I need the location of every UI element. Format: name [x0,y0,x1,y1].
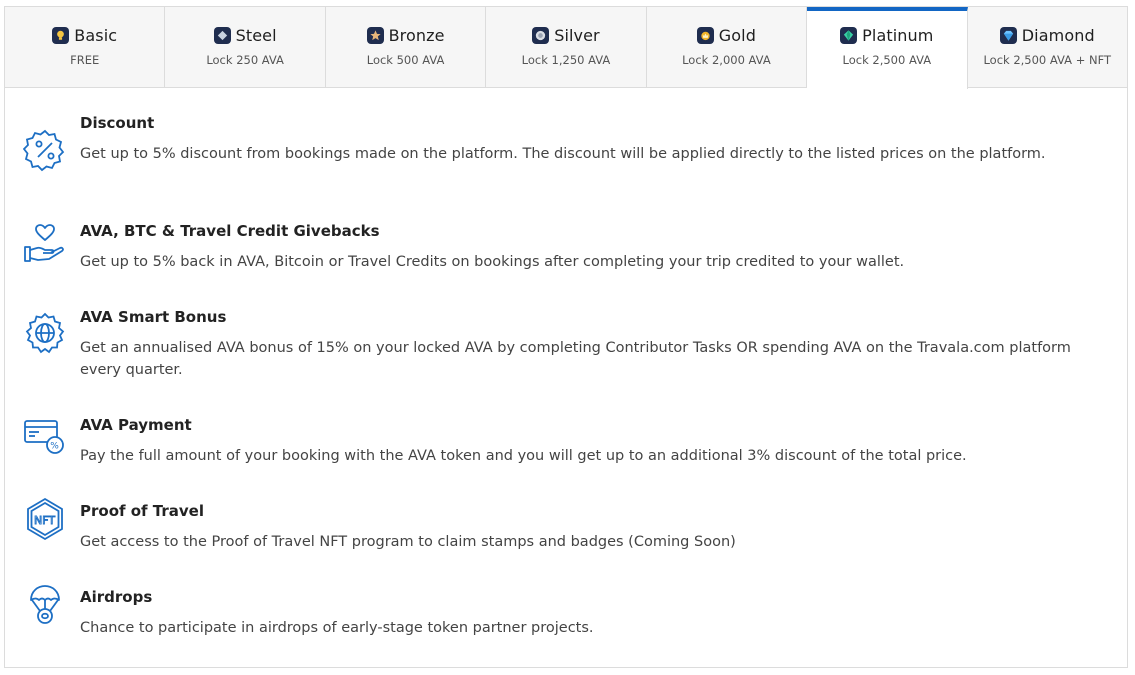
benefit-item: % AVA Payment Pay the full amount of you… [5,415,1127,501]
tab-requirement: Lock 2,500 AVA + NFT [983,53,1112,67]
benefit-title: Airdrops [80,588,153,606]
silver-medal-icon [532,27,550,44]
nft-hexagon-icon: NFT [23,497,67,541]
tab-requirement: Lock 1,250 AVA [521,53,611,67]
membership-tiers-panel: Basic FREE Steel Lock 250 AVA Bronze Loc… [4,6,1128,668]
steel-gem-icon [213,27,231,44]
tier-benefits-list: Discount Get up to 5% discount from book… [5,88,1127,651]
benefit-item: NFT Proof of Travel Get access to the Pr… [5,497,1127,587]
benefit-description: Get up to 5% back in AVA, Bitcoin or Tra… [80,254,905,270]
tab-label: Bronze [388,26,445,45]
tab-label: Gold [718,26,756,45]
tab-requirement: Lock 500 AVA [366,53,445,67]
tab-requirement: Lock 2,000 AVA [682,53,771,67]
benefit-item: AVA, BTC & Travel Credit Givebacks Get u… [5,221,1127,307]
star-icon [366,27,384,44]
benefit-title: Discount [80,114,155,132]
benefit-description: Get access to the Proof of Travel NFT pr… [80,534,736,550]
benefit-description: Chance to participate in airdrops of ear… [80,620,594,636]
tab-label: Platinum [862,26,934,45]
heart-hand-icon [23,221,67,265]
benefit-description: Get up to 5% discount from bookings made… [80,146,1046,162]
tab-requirement: Lock 2,500 AVA [842,53,932,67]
tab-bronze[interactable]: Bronze Lock 500 AVA [326,7,487,87]
tab-steel[interactable]: Steel Lock 250 AVA [165,7,326,87]
globe-gear-icon [23,312,67,356]
svg-text:%: % [50,442,59,452]
tier-tabs: Basic FREE Steel Lock 250 AVA Bronze Loc… [5,7,1127,89]
percent-badge-icon [22,128,67,172]
tab-platinum[interactable]: Platinum Lock 2,500 AVA [807,7,968,89]
tab-silver[interactable]: Silver Lock 1,250 AVA [486,7,647,87]
benefit-title: AVA, BTC & Travel Credit Givebacks [80,222,380,240]
svg-text:NFT: NFT [34,514,55,527]
emerald-gem-icon [840,27,858,44]
tab-basic[interactable]: Basic FREE [5,7,166,87]
benefit-description: Get an annualised AVA bonus of 15% on yo… [80,340,1071,378]
parachute-icon [23,582,67,626]
benefit-item: Discount Get up to 5% discount from book… [5,113,1127,221]
tab-label: Diamond [1021,26,1095,45]
tab-label: Steel [235,26,277,45]
gold-crown-icon [696,27,714,44]
benefit-title: AVA Smart Bonus [80,308,227,326]
benefit-title: Proof of Travel [80,502,204,520]
benefit-title: AVA Payment [80,416,192,434]
benefit-description: Pay the full amount of your booking with… [80,448,967,464]
tab-requirement: Lock 250 AVA [206,53,284,67]
diamond-icon [999,27,1017,44]
card-percent-icon: % [23,415,67,459]
benefit-item: Airdrops Chance to participate in airdro… [5,585,1127,651]
tab-gold[interactable]: Gold Lock 2,000 AVA [647,7,808,87]
benefit-item: AVA Smart Bonus Get an annualised AVA bo… [5,307,1127,415]
tab-label: Silver [554,26,600,45]
tab-label: Basic [74,26,118,45]
tab-requirement: FREE [70,53,100,67]
lightbulb-icon [52,27,70,44]
tab-diamond[interactable]: Diamond Lock 2,500 AVA + NFT [968,7,1127,87]
